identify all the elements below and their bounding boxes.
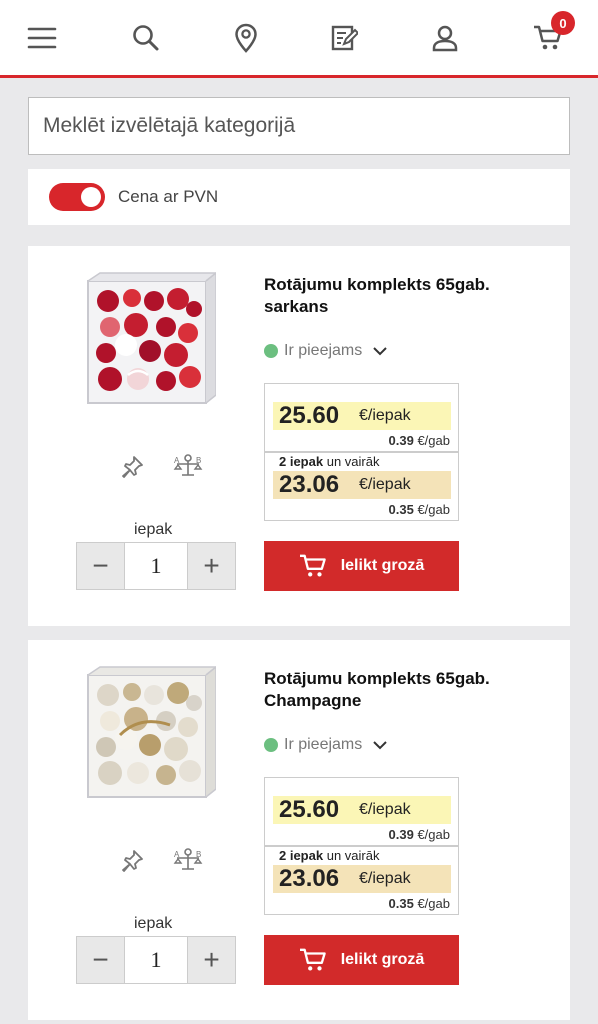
- chevron-down-icon: [373, 347, 387, 356]
- pin-icon: [122, 850, 143, 872]
- main-price-row: 25.60 €/iepak: [273, 402, 451, 430]
- in-stock-dot-icon: [264, 738, 278, 752]
- in-stock-dot-icon: [264, 344, 278, 358]
- tier-label: 2 iepak un vairāk: [279, 454, 379, 469]
- quantity-stepper: − +: [76, 542, 236, 590]
- cart-icon: [299, 948, 326, 971]
- compare-button[interactable]: AB: [172, 451, 204, 483]
- price-divider: [265, 845, 458, 847]
- unit-label: iepak: [134, 521, 173, 538]
- order-list-icon: [331, 25, 358, 51]
- main-price-unit: €/iepak: [359, 407, 411, 424]
- product-card: AB iepak − + Rotājumu komplekts 65gab. C…: [28, 640, 570, 1020]
- tier-qty: 2 iepak: [279, 848, 324, 863]
- category-search-input[interactable]: [28, 97, 570, 155]
- location-pin-icon: [235, 23, 257, 53]
- tier-price-unit: €/iepak: [359, 476, 411, 493]
- tier-unit-price: 0.35: [388, 502, 414, 517]
- product-title[interactable]: Rotājumu komplekts 65gab. Champagne: [264, 668, 544, 712]
- compare-button[interactable]: AB: [172, 845, 204, 877]
- main-price-row: 25.60 €/iepak: [273, 796, 451, 824]
- pin-button[interactable]: [116, 845, 148, 877]
- top-nav-bar: 0: [0, 0, 598, 78]
- vat-toggle-bar: Cena ar PVN: [28, 169, 570, 225]
- availability-dropdown[interactable]: Ir pieejams: [264, 342, 388, 360]
- tier-unit-price-row: 0.35 €/gab: [389, 502, 450, 517]
- svg-text:B: B: [196, 456, 201, 465]
- tier-price-unit: €/iepak: [359, 870, 411, 887]
- chevron-down-icon: [373, 741, 387, 750]
- decrease-button[interactable]: −: [77, 543, 124, 589]
- vat-toggle-switch[interactable]: [49, 183, 105, 211]
- orders-button[interactable]: [324, 18, 364, 58]
- price-divider: [265, 451, 458, 453]
- menu-icon: [27, 27, 57, 49]
- cart-count-badge: 0: [551, 11, 575, 35]
- tier-unit-price-unit: €/gab: [417, 502, 450, 517]
- tier-qty: 2 iepak: [279, 454, 324, 469]
- add-to-cart-label: Ielikt grozā: [340, 951, 425, 968]
- tier-price-row: 23.06 €/iepak: [273, 471, 451, 499]
- tier-unit-price: 0.35: [388, 896, 414, 911]
- search-button[interactable]: [126, 18, 166, 58]
- decrease-button[interactable]: −: [77, 937, 124, 983]
- unit-price: 0.39: [388, 433, 414, 448]
- add-to-cart-button[interactable]: Ielikt grozā: [264, 935, 459, 985]
- vat-toggle-label: Cena ar PVN: [118, 187, 219, 206]
- tier-label: 2 iepak un vairāk: [279, 848, 379, 863]
- search-icon: [133, 25, 159, 51]
- svg-text:A: A: [174, 850, 180, 859]
- unit-price-row: 0.39 €/gab: [389, 827, 450, 842]
- unit-label: iepak: [134, 915, 173, 932]
- unit-price-row: 0.39 €/gab: [389, 433, 450, 448]
- availability-text: Ir pieejams: [284, 342, 363, 359]
- tier-unit-price-row: 0.35 €/gab: [389, 896, 450, 911]
- quantity-input[interactable]: [124, 937, 188, 983]
- main-price-unit: €/iepak: [359, 801, 411, 818]
- tier-text: un vairāk: [326, 454, 380, 469]
- account-button[interactable]: [425, 18, 465, 58]
- plus-icon: +: [203, 550, 220, 581]
- svg-text:A: A: [174, 456, 180, 465]
- product-card: AB iepak − + Rotājumu komplekts 65gab. s…: [28, 246, 570, 626]
- main-price: 25.60: [279, 402, 340, 429]
- product-actions: AB: [116, 845, 204, 877]
- add-to-cart-button[interactable]: Ielikt grozā: [264, 541, 459, 591]
- minus-icon: −: [92, 944, 109, 975]
- tier-unit-price-unit: €/gab: [417, 896, 450, 911]
- price-box: 25.60 €/iepak 0.39 €/gab 2 iepak un vair…: [264, 383, 459, 521]
- unit-price: 0.39: [388, 827, 414, 842]
- quantity-stepper: − +: [76, 936, 236, 984]
- svg-text:B: B: [196, 850, 201, 859]
- menu-button[interactable]: [22, 18, 62, 58]
- plus-icon: +: [203, 944, 220, 975]
- tier-price: 23.06: [279, 471, 340, 498]
- product-image[interactable]: [80, 271, 216, 413]
- unit-price-unit: €/gab: [417, 433, 450, 448]
- increase-button[interactable]: +: [188, 543, 235, 589]
- add-to-cart-label: Ielikt grozā: [340, 557, 425, 574]
- compare-icon: AB: [173, 848, 203, 870]
- tier-price-row: 23.06 €/iepak: [273, 865, 451, 893]
- price-box: 25.60 €/iepak 0.39 €/gab 2 iepak un vair…: [264, 777, 459, 915]
- availability-text: Ir pieejams: [284, 736, 363, 753]
- pin-button[interactable]: [116, 451, 148, 483]
- compare-icon: AB: [173, 454, 203, 476]
- minus-icon: −: [92, 550, 109, 581]
- tier-price: 23.06: [279, 865, 340, 892]
- quantity-input[interactable]: [124, 543, 188, 589]
- unit-price-unit: €/gab: [417, 827, 450, 842]
- availability-dropdown[interactable]: Ir pieejams: [264, 736, 388, 754]
- cart-icon: [299, 554, 326, 577]
- pin-icon: [122, 456, 143, 478]
- store-locator-button[interactable]: [226, 18, 266, 58]
- product-image[interactable]: [80, 665, 216, 807]
- product-title[interactable]: Rotājumu komplekts 65gab. sarkans: [264, 274, 544, 318]
- user-icon: [432, 25, 458, 52]
- product-actions: AB: [116, 451, 204, 483]
- toggle-knob: [81, 187, 101, 207]
- main-price: 25.60: [279, 796, 340, 823]
- increase-button[interactable]: +: [188, 937, 235, 983]
- tier-text: un vairāk: [326, 848, 380, 863]
